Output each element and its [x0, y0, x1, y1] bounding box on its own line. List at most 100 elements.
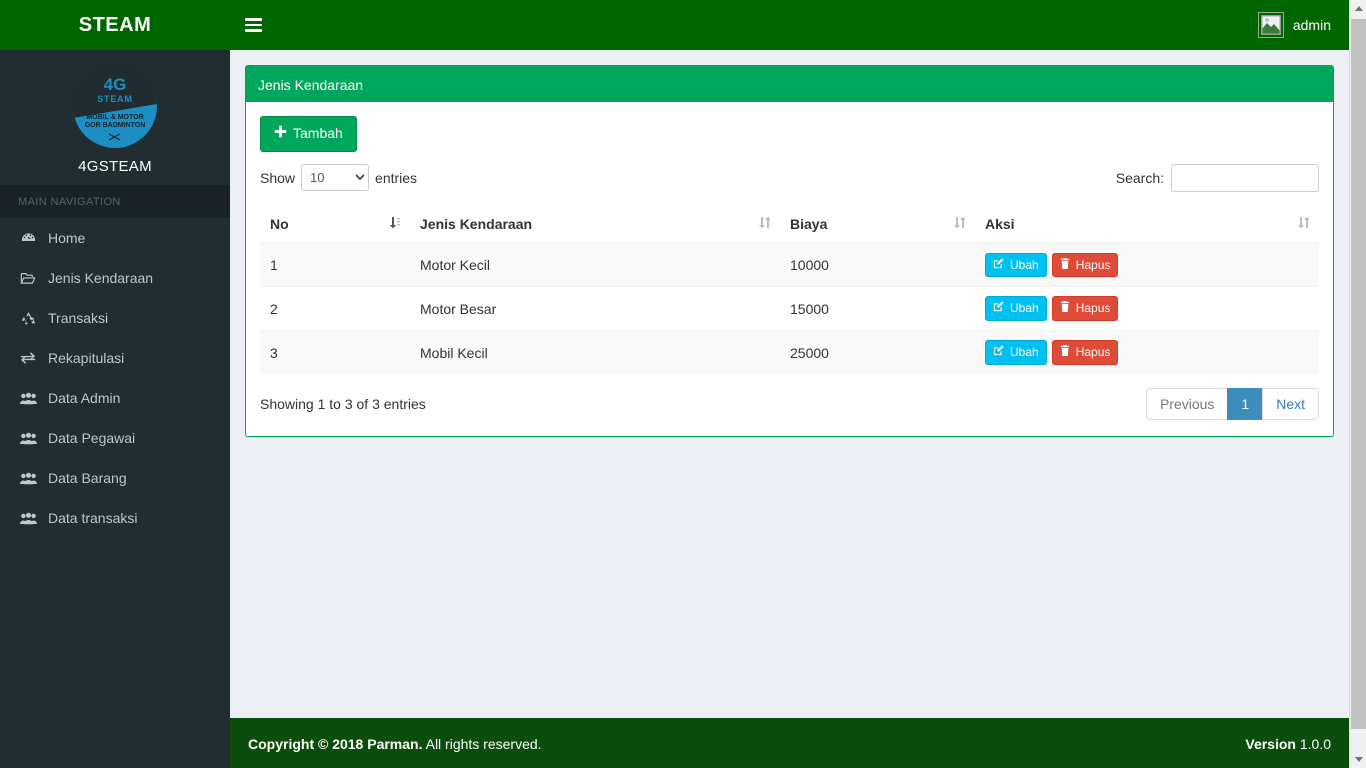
navbar-right: admin — [1252, 0, 1349, 50]
user-menu[interactable]: admin — [1252, 0, 1337, 50]
footer-copyright: Copyright © 2018 Parman. All rights rese… — [248, 736, 542, 752]
sidebar-link-transaksi[interactable]: Transaksi — [0, 298, 230, 338]
entries-per-page-select[interactable]: 10 25 50 100 — [301, 164, 370, 192]
sidebar-item-data-pegawai[interactable]: Data Pegawai — [0, 418, 230, 458]
sidebar-link-data-pegawai[interactable]: Data Pegawai — [0, 418, 230, 458]
sidebar-toggle-button[interactable] — [230, 0, 276, 50]
user-name-label: admin — [1292, 17, 1331, 33]
cell-no: 1 — [260, 242, 410, 287]
content-wrapper: Jenis Kendaraan Tambah Show 10 entries S… — [230, 50, 1349, 718]
users-icon — [18, 432, 38, 445]
add-button-label: Tambah — [293, 125, 343, 141]
column-header-aksi[interactable]: Aksi — [975, 205, 1319, 244]
datatable-search-control: Search: — [1115, 163, 1319, 192]
sidebar-item-jenis-kendaraan[interactable]: Jenis Kendaraan — [0, 258, 230, 298]
edit-button[interactable]: Ubah — [985, 340, 1047, 365]
footer-copyright-rest: All rights reserved. — [422, 735, 542, 752]
cell-biaya: 15000 — [780, 286, 975, 331]
delete-button[interactable]: Hapus — [1051, 340, 1119, 365]
users-icon — [18, 512, 38, 525]
cell-jenis: Motor Kecil — [410, 242, 780, 287]
app-logo[interactable]: STEAM — [0, 0, 230, 50]
sidebar-item-home[interactable]: Home — [0, 218, 230, 258]
scroll-down-arrow-icon[interactable] — [1350, 751, 1366, 768]
pagination: Previous 1 Next — [1145, 387, 1319, 420]
column-header-no[interactable]: No — [260, 205, 410, 244]
search-label: Search: — [1115, 169, 1164, 186]
pencil-square-icon — [993, 257, 1004, 274]
box-body: Tambah Show 10 25 50 100 entries — [246, 102, 1333, 436]
column-label: Biaya — [790, 215, 828, 232]
table-header-row: No Jenis Kendaraan Biaya Aksi — [260, 205, 1319, 244]
folder-open-icon — [18, 271, 38, 286]
sidebar-user-panel: 4G STEAM MOBIL & MOTOR GOR BADMINTON 4GS… — [0, 50, 230, 185]
datatable-info: Showing 1 to 3 of 3 entries — [260, 395, 426, 412]
sidebar-link-data-transaksi[interactable]: Data transaksi — [0, 498, 230, 538]
edit-button[interactable]: Ubah — [985, 296, 1047, 322]
sidebar-item-label: Jenis Kendaraan — [48, 270, 154, 286]
users-icon — [18, 392, 38, 405]
sidebar-item-label: Data Pegawai — [48, 430, 136, 446]
box-title: Jenis Kendaraan — [258, 77, 364, 93]
exchange-icon — [18, 351, 38, 365]
column-label: Jenis Kendaraan — [420, 215, 533, 232]
cell-aksi: Ubah Hapus — [975, 330, 1319, 374]
datatable-length-control: Show 10 25 50 100 entries — [260, 164, 418, 192]
pagination-page-1[interactable]: 1 — [1227, 387, 1264, 420]
pagination-previous[interactable]: Previous — [1145, 387, 1229, 420]
edit-button-label: Ubah — [1010, 257, 1039, 272]
sidebar-item-label: Data Admin — [48, 390, 121, 406]
edit-button[interactable]: Ubah — [985, 252, 1047, 278]
column-header-jenis-kendaraan[interactable]: Jenis Kendaraan — [410, 205, 780, 244]
page-scrollbar[interactable] — [1349, 0, 1366, 768]
show-label: Show — [260, 169, 296, 186]
cell-no: 2 — [260, 286, 410, 331]
sidebar-item-transaksi[interactable]: Transaksi — [0, 298, 230, 338]
pagination-next[interactable]: Next — [1262, 387, 1319, 420]
jenis-kendaraan-box: Jenis Kendaraan Tambah Show 10 entries S… — [245, 65, 1334, 437]
trash-icon — [1060, 257, 1070, 274]
broken-image-icon — [1257, 12, 1284, 38]
delete-button-label: Hapus — [1075, 257, 1111, 272]
table-row: 3 Mobil Kecil 25000 Ubah Hapus — [260, 330, 1319, 374]
delete-button[interactable]: Hapus — [1051, 252, 1119, 278]
entries-label: entries — [375, 169, 418, 186]
sidebar-nav-header: MAIN NAVIGATION — [0, 185, 230, 218]
sidebar-link-jenis-kendaraan[interactable]: Jenis Kendaraan — [0, 258, 230, 298]
delete-button-label: Hapus — [1075, 301, 1111, 316]
delete-button[interactable]: Hapus — [1051, 296, 1119, 322]
sidebar-item-data-admin[interactable]: Data Admin — [0, 378, 230, 418]
table-head: No Jenis Kendaraan Biaya Aksi — [260, 205, 1319, 244]
sidebar-link-home[interactable]: Home — [0, 218, 230, 258]
datatable-controls: Show 10 25 50 100 entries Search: — [260, 163, 1319, 192]
table-body: 1 Motor Kecil 10000 Ubah Hapus 2 Motor B… — [260, 242, 1319, 374]
sidebar-link-rekapitulasi[interactable]: Rekapitulasi — [0, 338, 230, 378]
app-root: STEAM admin 4G STEAM MOBIL & MOTOR GOR B… — [0, 0, 1366, 768]
sidebar-item-rekapitulasi[interactable]: Rekapitulasi — [0, 338, 230, 378]
add-button[interactable]: Tambah — [260, 116, 357, 152]
footer-copyright-strong: Copyright © 2018 Parman. — [248, 735, 423, 752]
trash-icon — [1060, 300, 1070, 317]
footer-version-rest: 1.0.0 — [1295, 735, 1331, 752]
svg-text:STEAM: STEAM — [97, 94, 133, 104]
sidebar-item-label: Rekapitulasi — [48, 350, 125, 366]
svg-text:4G: 4G — [104, 75, 127, 94]
cell-jenis: Motor Besar — [410, 286, 780, 331]
edit-button-label: Ubah — [1010, 301, 1039, 316]
scrollbar-thumb[interactable] — [1351, 19, 1366, 729]
column-header-biaya[interactable]: Biaya — [780, 205, 975, 244]
sidebar-item-label: Data Barang — [48, 470, 127, 486]
delete-button-label: Hapus — [1075, 345, 1111, 360]
recycle-icon — [18, 311, 38, 326]
scroll-up-arrow-icon[interactable] — [1350, 0, 1366, 17]
sidebar-item-data-transaksi[interactable]: Data transaksi — [0, 498, 230, 538]
users-icon — [18, 472, 38, 485]
search-input[interactable] — [1171, 163, 1319, 192]
sidebar-link-data-admin[interactable]: Data Admin — [0, 378, 230, 418]
svg-text:MOBIL & MOTOR: MOBIL & MOTOR — [86, 114, 143, 121]
cell-jenis: Mobil Kecil — [410, 330, 780, 374]
sidebar-item-data-barang[interactable]: Data Barang — [0, 458, 230, 498]
hamburger-icon — [244, 15, 262, 35]
footer-version: Version 1.0.0 — [1245, 736, 1331, 752]
sidebar-link-data-barang[interactable]: Data Barang — [0, 458, 230, 498]
